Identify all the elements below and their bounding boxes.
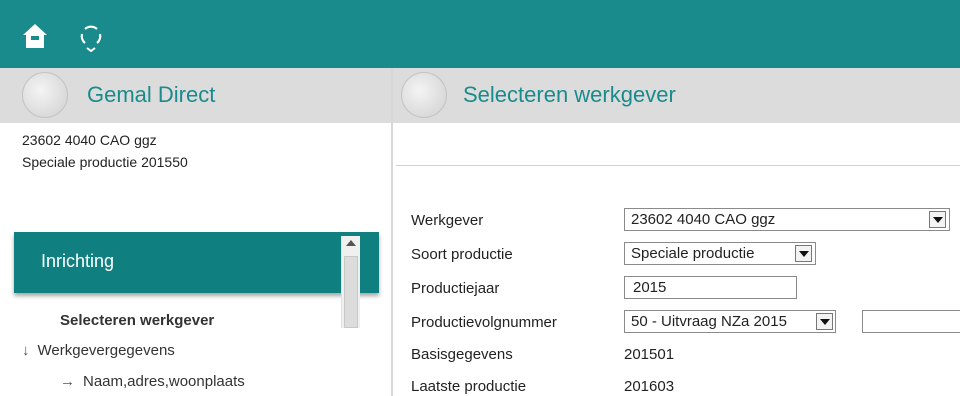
scroll-up-icon[interactable]	[346, 240, 356, 246]
chevron-down-icon[interactable]	[795, 245, 812, 262]
section-inrichting-button[interactable]: Inrichting	[14, 232, 379, 293]
left-panel: Gemal Direct 23602 4040 CAO ggz Speciale…	[0, 68, 391, 396]
right-header: Selecteren werkgever	[393, 68, 960, 123]
header-divider	[396, 165, 960, 166]
home-icon[interactable]	[22, 23, 48, 49]
laatste-productie-label: Laatste productie	[411, 378, 527, 395]
gemal-logo-icon	[22, 72, 68, 118]
selected-production-info: Speciale productie 201550	[22, 154, 188, 170]
left-header: Gemal Direct	[0, 68, 391, 123]
nav-item-label: Naam,adres,woonplaats	[83, 373, 245, 390]
basisgegevens-value: 201501	[624, 346, 675, 363]
scroll-thumb[interactable]	[344, 256, 358, 328]
nav-list: Selecteren werkgever ↓ Werkgevergegevens …	[0, 302, 391, 396]
productiejaar-label: Productiejaar	[411, 280, 500, 297]
nav-item-selecteren-werkgever[interactable]: Selecteren werkgever	[60, 312, 214, 329]
nav-item-naam-adres-woonplaats[interactable]: → Naam,adres,woonplaats	[60, 373, 245, 390]
productiejaar-field[interactable]	[633, 279, 783, 296]
selected-employer-info: 23602 4040 CAO ggz	[22, 132, 157, 148]
nav-item-label: Selecteren werkgever	[60, 312, 215, 329]
productievolgnummer-extra-field[interactable]	[871, 313, 951, 330]
soort-productie-value: Speciale productie	[631, 245, 755, 262]
section-inrichting-label: Inrichting	[41, 251, 115, 271]
productievolgnummer-value: 50 - Uitvraag NZa 2015	[631, 313, 787, 330]
arrow-right-icon: →	[60, 373, 75, 390]
sync-icon[interactable]	[79, 24, 103, 52]
soort-productie-select[interactable]: Speciale productie	[624, 242, 816, 265]
werkgever-select[interactable]: 23602 4040 CAO ggz	[624, 208, 950, 231]
werkgever-label: Werkgever	[411, 212, 484, 229]
page-title: Selecteren werkgever	[463, 82, 676, 107]
arrow-down-icon: ↓	[22, 342, 30, 359]
productievolgnummer-extra-input[interactable]	[862, 310, 960, 333]
chevron-down-icon[interactable]	[816, 313, 833, 330]
nav-scrollbar[interactable]	[341, 236, 360, 328]
left-header-title: Gemal Direct	[87, 82, 216, 107]
laatste-productie-value: 201603	[624, 378, 675, 395]
werkgever-value: 23602 4040 CAO ggz	[631, 211, 776, 228]
gear-logo-icon	[401, 72, 447, 118]
nav-item-label: Werkgevergegevens	[37, 342, 175, 359]
basisgegevens-label: Basisgegevens	[411, 346, 513, 363]
productiejaar-input[interactable]	[624, 276, 797, 299]
productievolgnummer-label: Productievolgnummer	[411, 314, 557, 331]
top-bar	[0, 0, 960, 68]
productievolgnummer-select[interactable]: 50 - Uitvraag NZa 2015	[624, 310, 836, 333]
chevron-down-icon[interactable]	[929, 211, 946, 228]
nav-item-werkgevergegevens[interactable]: ↓ Werkgevergegevens	[22, 342, 175, 359]
soort-productie-label: Soort productie	[411, 246, 513, 263]
